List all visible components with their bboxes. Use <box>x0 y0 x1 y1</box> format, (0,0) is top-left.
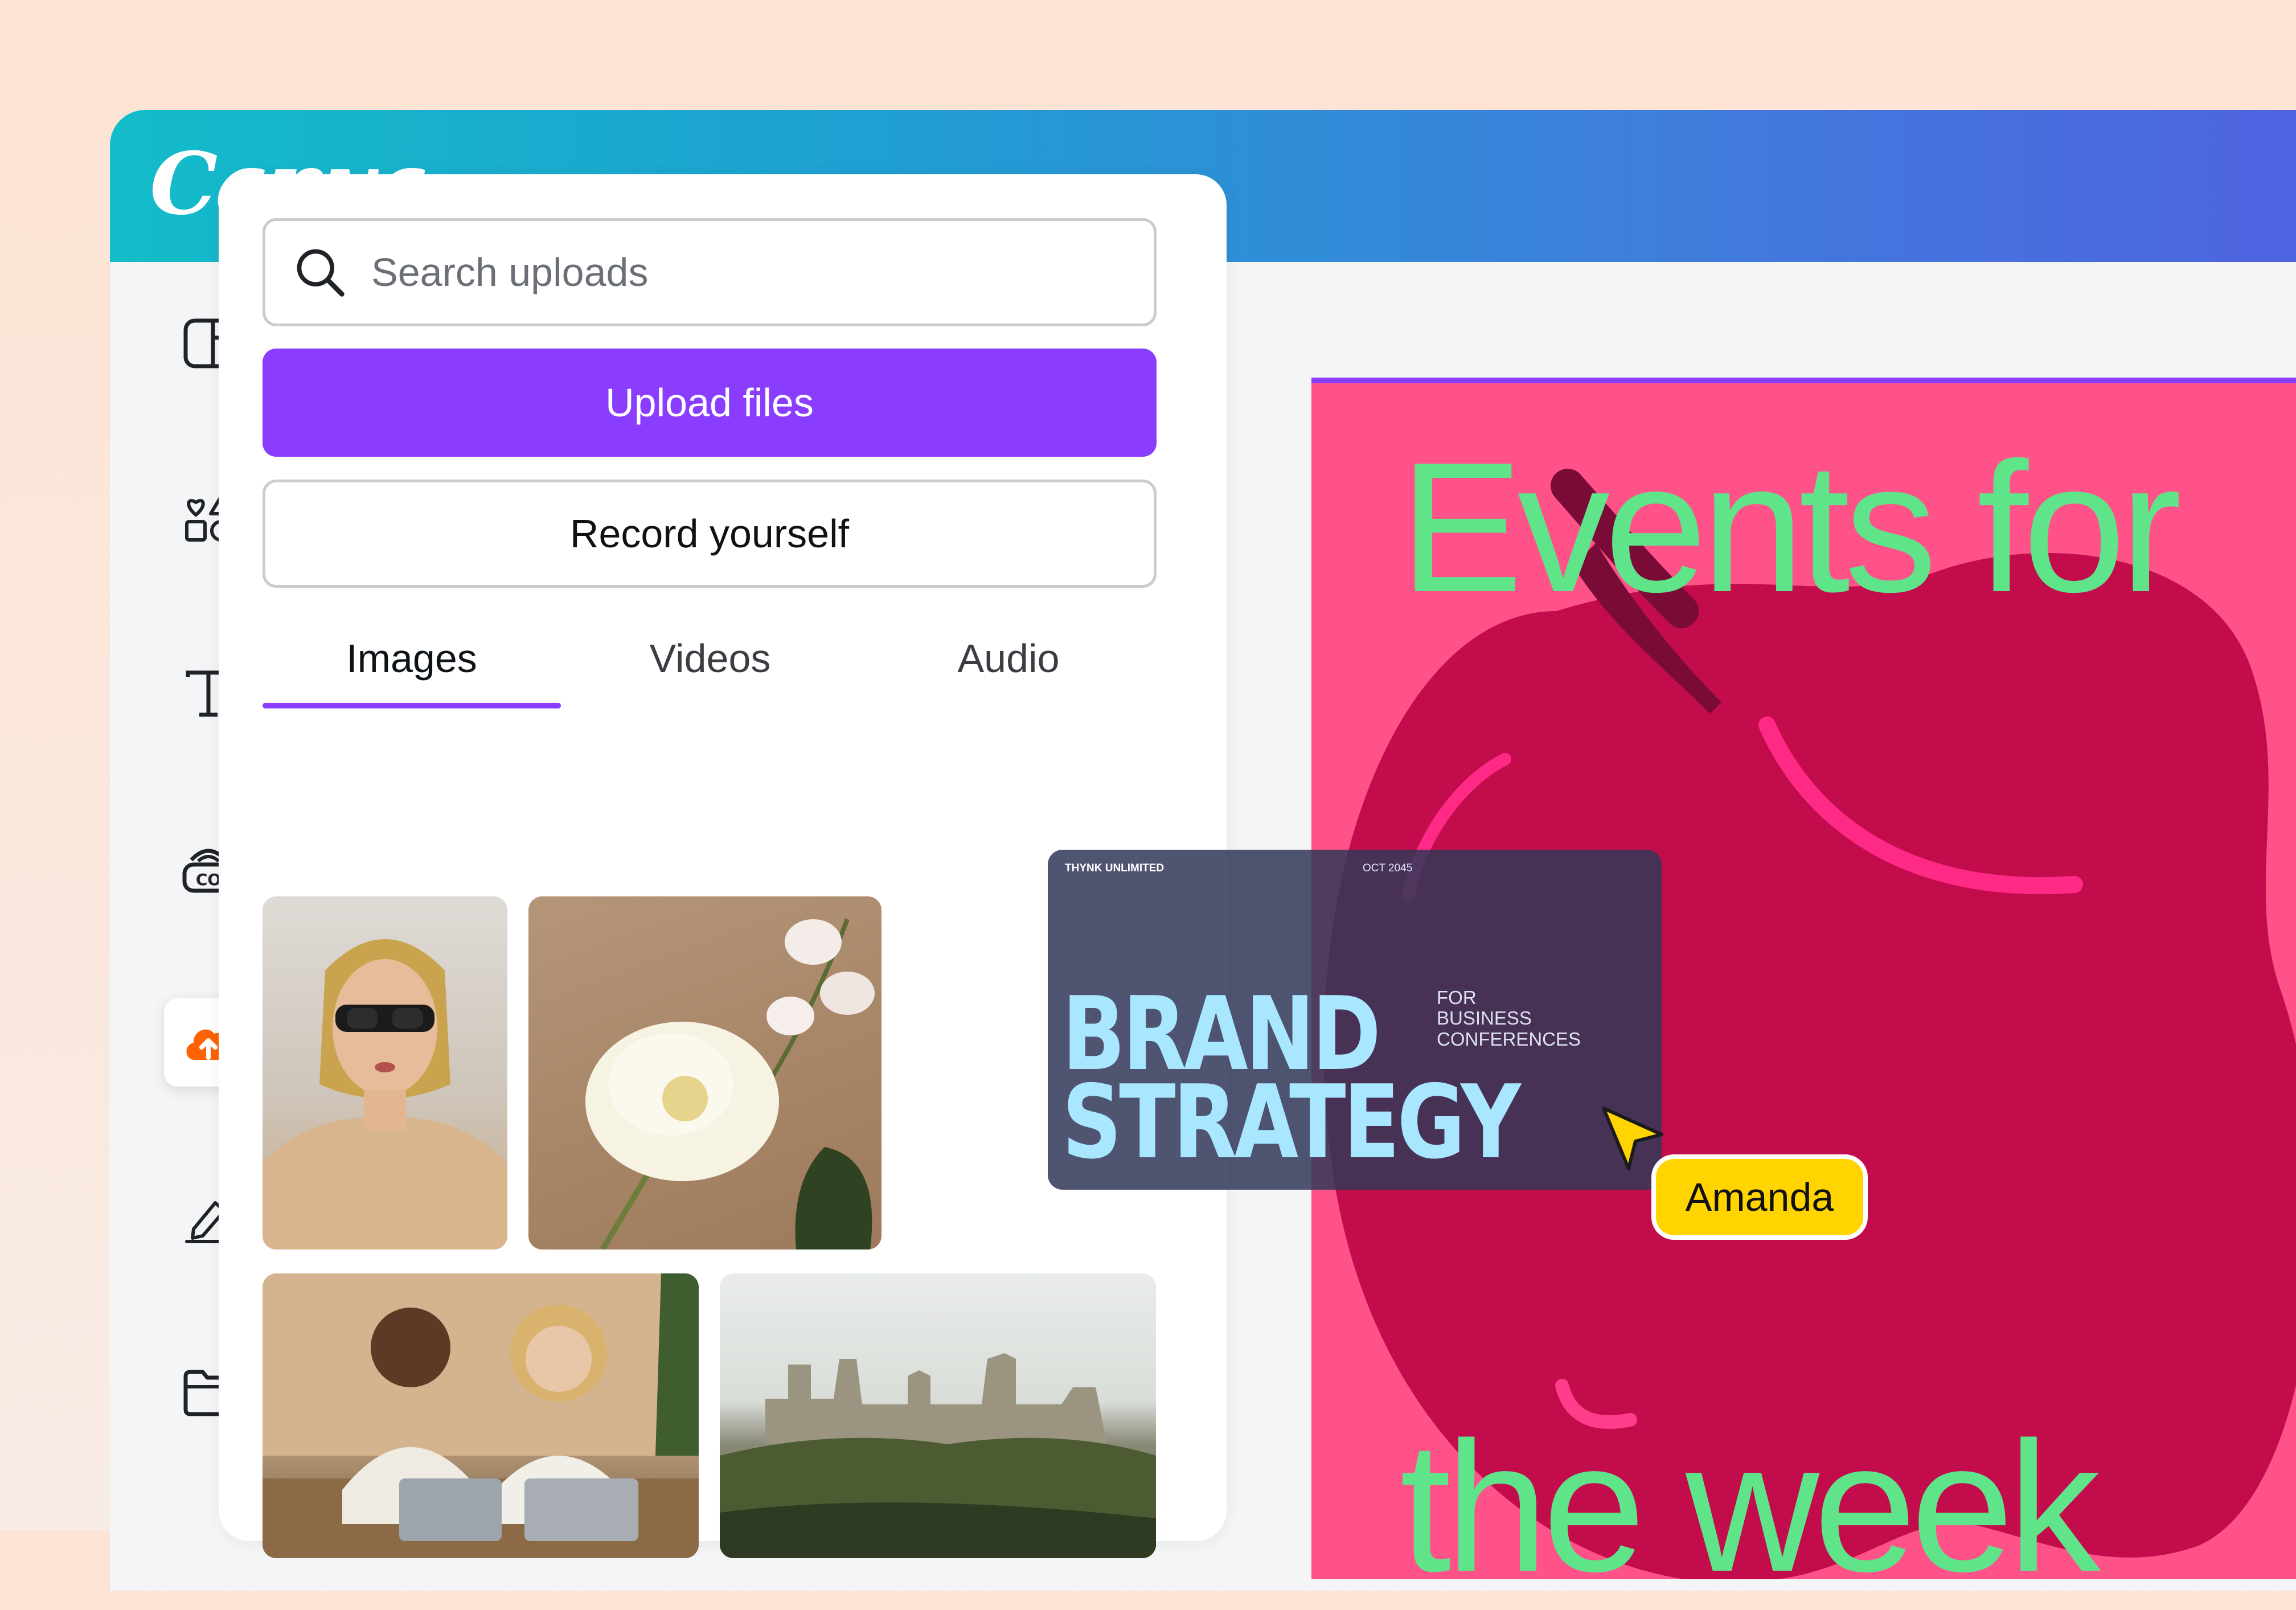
canvas-title-line1[interactable]: Events for <box>1400 435 2182 620</box>
canvas-title-line2[interactable]: the week <box>1400 1414 2101 1599</box>
brand-card-line2: STRATEGY <box>1062 1063 1521 1181</box>
image-thumbnail[interactable] <box>720 1273 1156 1558</box>
brand-card-sub-line1: FOR <box>1437 987 1477 1008</box>
castle-ruins-photo <box>720 1353 1156 1558</box>
search-box[interactable] <box>263 218 1157 326</box>
brand-card-subtitle: FOR BUSINESS CONFERENCES <box>1437 987 1619 1050</box>
image-thumbnail[interactable] <box>263 896 507 1250</box>
tab-audio[interactable]: Audio <box>859 624 1158 693</box>
collaborator-name-badge: Amanda <box>1651 1154 1868 1240</box>
brand-card-company: THYNK UNLIMITED <box>1065 862 1165 874</box>
search-icon <box>297 249 345 297</box>
image-thumbnail[interactable] <box>263 1273 699 1558</box>
record-yourself-button[interactable]: Record yourself <box>263 480 1157 588</box>
white-flower-photo <box>585 918 875 1250</box>
image-thumbnail[interactable] <box>528 896 882 1250</box>
brand-strategy-card[interactable]: THYNK UNLIMITED OCT 2045 BRAND STRATEGY … <box>1048 850 1662 1190</box>
two-people-office-photo <box>263 1273 699 1558</box>
svg-text:CO: CO <box>195 870 220 889</box>
woman-sunglasses-photo <box>263 939 507 1250</box>
tab-videos[interactable]: Videos <box>561 624 859 693</box>
search-input[interactable] <box>370 249 1113 296</box>
brand-card-date: OCT 2045 <box>1363 862 1413 874</box>
upload-files-button[interactable]: Upload files <box>263 349 1157 457</box>
brand-card-sub-line2: BUSINESS <box>1437 1007 1532 1029</box>
brand-card-sub-line3: CONFERENCES <box>1437 1028 1581 1050</box>
tab-images[interactable]: Images <box>263 624 561 693</box>
active-tab-indicator <box>263 703 561 708</box>
media-tabs: Images Videos Audio <box>263 624 1158 708</box>
